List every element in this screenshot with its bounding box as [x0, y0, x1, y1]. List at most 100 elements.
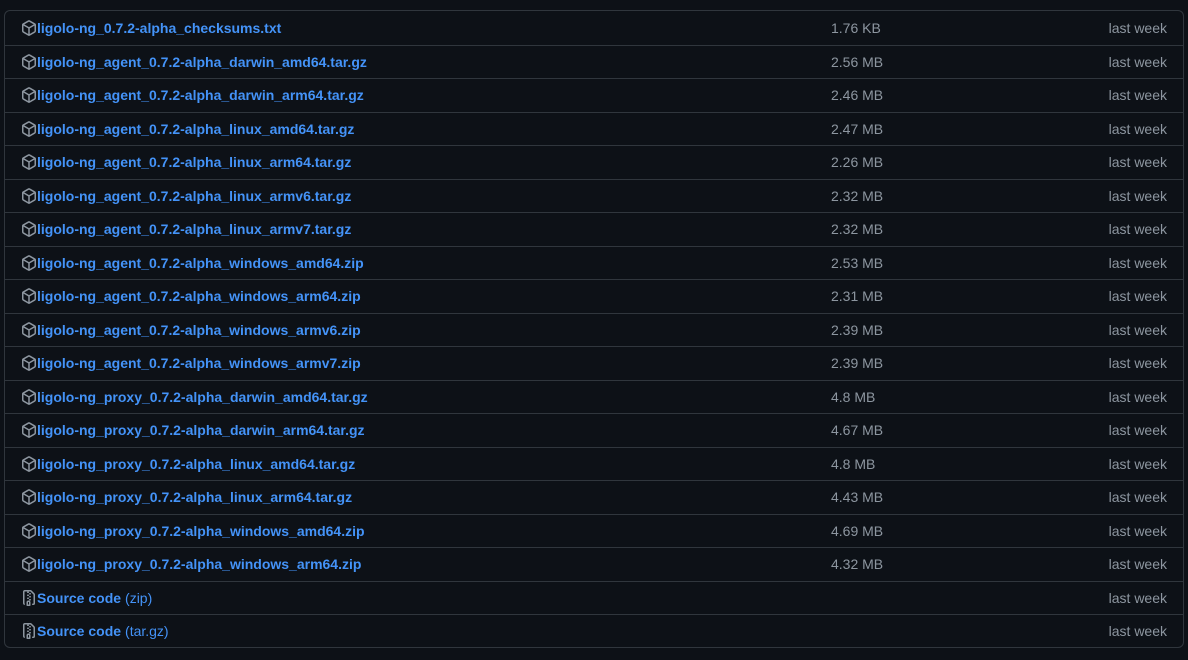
asset-download-link[interactable]: ligolo-ng_agent_0.7.2-alpha_windows_armv…	[37, 355, 361, 371]
package-icon	[21, 556, 37, 573]
asset-name-cell: ligolo-ng_agent_0.7.2-alpha_windows_armv…	[21, 314, 361, 347]
asset-download-link[interactable]: ligolo-ng_agent_0.7.2-alpha_linux_armv6.…	[37, 188, 351, 204]
asset-date: last week	[1108, 489, 1167, 506]
asset-date: last week	[1108, 154, 1167, 171]
asset-download-link[interactable]: ligolo-ng_agent_0.7.2-alpha_windows_amd6…	[37, 255, 364, 271]
asset-download-link[interactable]: ligolo-ng_proxy_0.7.2-alpha_linux_arm64.…	[37, 489, 352, 505]
file-zip-icon	[21, 589, 37, 606]
asset-name-cell: ligolo-ng_proxy_0.7.2-alpha_linux_amd64.…	[21, 448, 355, 481]
asset-size: 2.32 MB	[831, 187, 884, 204]
asset-size: 2.31 MB	[831, 288, 884, 305]
asset-date: last week	[1108, 187, 1167, 204]
asset-name-cell: ligolo-ng_agent_0.7.2-alpha_windows_armv…	[21, 347, 361, 380]
asset-date: last week	[1108, 254, 1167, 271]
asset-date: last week	[1108, 19, 1167, 36]
asset-date: last week	[1108, 556, 1167, 573]
asset-row: ligolo-ng_0.7.2-alpha_checksums.txt 1.76…	[5, 11, 1183, 45]
source-code-name-cell: Source code (zip)	[21, 582, 152, 615]
asset-download-link[interactable]: ligolo-ng_proxy_0.7.2-alpha_linux_amd64.…	[37, 456, 355, 472]
package-icon	[21, 388, 37, 405]
asset-row: ligolo-ng_agent_0.7.2-alpha_linux_amd64.…	[5, 111, 1183, 146]
asset-size: 4.8 MB	[831, 388, 876, 405]
asset-download-link[interactable]: ligolo-ng_agent_0.7.2-alpha_linux_amd64.…	[37, 121, 354, 137]
asset-name-cell: ligolo-ng_agent_0.7.2-alpha_linux_arm64.…	[21, 146, 351, 179]
asset-row: ligolo-ng_proxy_0.7.2-alpha_darwin_arm64…	[5, 413, 1183, 447]
asset-row: ligolo-ng_proxy_0.7.2-alpha_darwin_amd64…	[5, 379, 1183, 414]
package-icon	[21, 187, 37, 204]
asset-row: ligolo-ng_agent_0.7.2-alpha_linux_armv7.…	[5, 212, 1183, 246]
asset-name-cell: ligolo-ng_agent_0.7.2-alpha_windows_arm6…	[21, 280, 361, 313]
package-icon	[21, 422, 37, 439]
asset-date: last week	[1108, 355, 1167, 372]
asset-download-link[interactable]: ligolo-ng_agent_0.7.2-alpha_windows_armv…	[37, 322, 361, 338]
asset-size: 1.76 KB	[831, 19, 881, 36]
asset-name-cell: ligolo-ng_proxy_0.7.2-alpha_windows_arm6…	[21, 548, 361, 581]
package-icon	[21, 288, 37, 305]
package-icon	[21, 87, 37, 104]
asset-name-cell: ligolo-ng_agent_0.7.2-alpha_windows_amd6…	[21, 247, 364, 280]
asset-download-link[interactable]: ligolo-ng_proxy_0.7.2-alpha_darwin_amd64…	[37, 389, 368, 405]
package-icon	[21, 53, 37, 70]
source-code-link[interactable]: Source code	[37, 623, 121, 639]
asset-size: 2.53 MB	[831, 254, 884, 271]
asset-download-link[interactable]: ligolo-ng_agent_0.7.2-alpha_darwin_arm64…	[37, 87, 364, 103]
source-code-link[interactable]: Source code	[37, 590, 121, 606]
asset-download-link[interactable]: ligolo-ng_0.7.2-alpha_checksums.txt	[37, 20, 281, 36]
asset-download-link[interactable]: ligolo-ng_proxy_0.7.2-alpha_windows_amd6…	[37, 523, 365, 539]
package-icon	[21, 321, 37, 338]
package-icon	[21, 221, 37, 238]
asset-download-link[interactable]: ligolo-ng_agent_0.7.2-alpha_windows_arm6…	[37, 288, 361, 304]
asset-date: last week	[1108, 422, 1167, 439]
asset-row: ligolo-ng_agent_0.7.2-alpha_windows_armv…	[5, 346, 1183, 380]
asset-row: ligolo-ng_agent_0.7.2-alpha_windows_arm6…	[5, 279, 1183, 313]
asset-download-link[interactable]: ligolo-ng_proxy_0.7.2-alpha_darwin_arm64…	[37, 422, 365, 438]
asset-size: 2.46 MB	[831, 87, 884, 104]
package-icon	[21, 355, 37, 372]
asset-name-cell: ligolo-ng_agent_0.7.2-alpha_darwin_amd64…	[21, 46, 367, 79]
package-icon	[21, 489, 37, 506]
asset-row: ligolo-ng_agent_0.7.2-alpha_windows_armv…	[5, 312, 1183, 347]
asset-size: 4.67 MB	[831, 422, 884, 439]
asset-name-cell: ligolo-ng_agent_0.7.2-alpha_linux_amd64.…	[21, 113, 354, 146]
asset-size: 4.8 MB	[831, 455, 876, 472]
asset-date: last week	[1108, 120, 1167, 137]
asset-date: last week	[1108, 87, 1167, 104]
asset-download-link[interactable]: ligolo-ng_agent_0.7.2-alpha_darwin_amd64…	[37, 54, 367, 70]
package-icon	[21, 120, 37, 137]
source-code-row: Source code (tar.gz) last week	[5, 614, 1183, 647]
asset-size: 2.39 MB	[831, 355, 884, 372]
asset-name-cell: ligolo-ng_0.7.2-alpha_checksums.txt	[21, 11, 281, 45]
asset-row: ligolo-ng_agent_0.7.2-alpha_darwin_arm64…	[5, 78, 1183, 112]
asset-name-cell: ligolo-ng_agent_0.7.2-alpha_linux_armv6.…	[21, 180, 351, 213]
asset-row: ligolo-ng_agent_0.7.2-alpha_linux_armv6.…	[5, 178, 1183, 213]
asset-download-link[interactable]: ligolo-ng_proxy_0.7.2-alpha_windows_arm6…	[37, 556, 361, 572]
asset-download-link[interactable]: ligolo-ng_agent_0.7.2-alpha_linux_armv7.…	[37, 221, 351, 237]
asset-size: 4.69 MB	[831, 522, 884, 539]
asset-date: last week	[1108, 321, 1167, 338]
asset-size: 2.26 MB	[831, 154, 884, 171]
asset-row: ligolo-ng_proxy_0.7.2-alpha_linux_arm64.…	[5, 480, 1183, 514]
source-code-format: (tar.gz)	[125, 623, 169, 640]
package-icon	[21, 522, 37, 539]
asset-name-cell: ligolo-ng_proxy_0.7.2-alpha_linux_arm64.…	[21, 481, 352, 514]
asset-size: 4.32 MB	[831, 556, 884, 573]
source-code-date: last week	[1108, 589, 1167, 606]
package-icon	[21, 254, 37, 271]
asset-row: ligolo-ng_agent_0.7.2-alpha_darwin_amd64…	[5, 44, 1183, 79]
asset-row: ligolo-ng_proxy_0.7.2-alpha_linux_amd64.…	[5, 446, 1183, 481]
asset-download-link[interactable]: ligolo-ng_agent_0.7.2-alpha_linux_arm64.…	[37, 154, 351, 170]
asset-date: last week	[1108, 288, 1167, 305]
asset-name-cell: ligolo-ng_agent_0.7.2-alpha_darwin_arm64…	[21, 79, 364, 112]
asset-size: 2.56 MB	[831, 53, 884, 70]
asset-date: last week	[1108, 221, 1167, 238]
asset-date: last week	[1108, 455, 1167, 472]
asset-size: 2.39 MB	[831, 321, 884, 338]
asset-name-cell: ligolo-ng_proxy_0.7.2-alpha_darwin_amd64…	[21, 381, 368, 414]
asset-size: 4.43 MB	[831, 489, 884, 506]
asset-size: 2.47 MB	[831, 120, 884, 137]
asset-date: last week	[1108, 53, 1167, 70]
release-assets-list: ligolo-ng_0.7.2-alpha_checksums.txt 1.76…	[4, 10, 1184, 648]
asset-row: ligolo-ng_proxy_0.7.2-alpha_windows_amd6…	[5, 513, 1183, 548]
package-icon	[21, 154, 37, 171]
source-code-format: (zip)	[125, 589, 153, 606]
